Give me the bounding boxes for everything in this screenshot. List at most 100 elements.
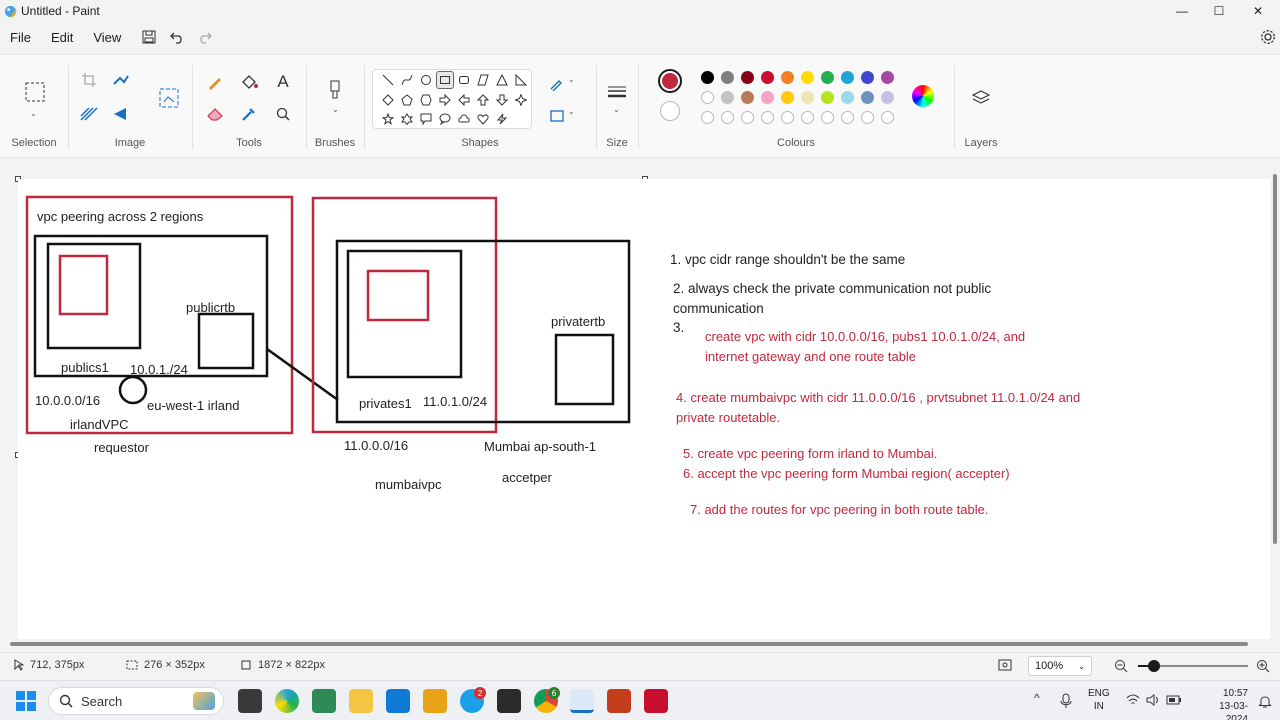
zoom-slider-thumb[interactable] (1148, 660, 1160, 672)
zoom-in-icon[interactable] (1256, 659, 1270, 673)
color-swatch[interactable] (801, 71, 814, 84)
heart-shape-icon[interactable] (474, 110, 492, 128)
cloud-callout-shape-icon[interactable] (455, 110, 473, 128)
custom-color-slot[interactable] (741, 111, 754, 124)
notification-bell-icon[interactable] (1258, 693, 1272, 709)
color-swatch[interactable] (801, 91, 814, 104)
color-swatch[interactable] (821, 91, 834, 104)
redo-icon[interactable] (195, 27, 215, 47)
edit-colors-wheel-icon[interactable] (912, 85, 934, 107)
hexagon-shape-icon[interactable] (417, 91, 435, 109)
line-shape-icon[interactable] (379, 71, 397, 89)
powerpoint-icon[interactable] (607, 689, 631, 713)
color-swatch[interactable] (781, 91, 794, 104)
settings-gear-icon[interactable] (1258, 27, 1278, 47)
crop-icon[interactable] (78, 69, 100, 91)
wifi-icon[interactable] (1126, 694, 1140, 706)
size-chevron-icon[interactable]: ⌄ (613, 105, 620, 114)
brushes-chevron-icon[interactable]: ⌄ (332, 105, 339, 114)
fit-to-window-icon[interactable] (998, 659, 1012, 671)
outline-icon[interactable] (546, 73, 568, 95)
rotate-icon[interactable] (110, 103, 132, 125)
custom-color-slot[interactable] (721, 111, 734, 124)
minimize-button[interactable]: — (1162, 0, 1202, 22)
four-point-star-shape-icon[interactable] (512, 91, 530, 109)
language-indicator[interactable]: ENG IN (1088, 687, 1110, 713)
color-swatch[interactable] (861, 71, 874, 84)
layers-icon[interactable] (970, 87, 992, 109)
menu-file[interactable]: File (0, 30, 41, 45)
vertical-scrollbar[interactable] (1270, 160, 1280, 640)
custom-color-slot[interactable] (841, 111, 854, 124)
clock[interactable]: 10:57 13-03-2024 (1200, 687, 1248, 720)
right-arrow-shape-icon[interactable] (436, 91, 454, 109)
secondary-color-swatch[interactable] (660, 101, 680, 121)
color-picker-icon[interactable] (238, 103, 260, 125)
chevron-down-icon[interactable]: ⌄ (30, 109, 37, 118)
edge-browser-icon[interactable] (275, 689, 299, 713)
color-swatch[interactable] (701, 71, 714, 84)
color-swatch[interactable] (861, 91, 874, 104)
zoom-out-icon[interactable] (1114, 659, 1128, 673)
down-arrow-shape-icon[interactable] (493, 91, 511, 109)
custom-color-slot[interactable] (801, 111, 814, 124)
oval-shape-icon[interactable] (417, 71, 435, 89)
color-swatch[interactable] (721, 91, 734, 104)
magnifier-icon[interactable] (272, 103, 294, 125)
up-arrow-shape-icon[interactable] (474, 91, 492, 109)
paint-taskbar-icon[interactable] (570, 689, 594, 713)
file-explorer-icon[interactable] (349, 689, 373, 713)
fill-chevron-icon[interactable]: ⌄ (568, 107, 575, 116)
oval-callout-shape-icon[interactable] (436, 110, 454, 128)
primary-color-swatch[interactable] (658, 69, 682, 93)
close-button[interactable]: ✕ (1238, 0, 1278, 22)
polygon-shape-icon[interactable] (474, 71, 492, 89)
selection-tool-icon[interactable] (22, 79, 48, 105)
save-icon[interactable] (139, 27, 159, 47)
color-swatch[interactable] (761, 91, 774, 104)
image-select-icon[interactable] (156, 85, 182, 111)
eraser-icon[interactable] (204, 103, 226, 125)
battery-icon[interactable] (1166, 694, 1182, 706)
volume-icon[interactable] (1146, 694, 1160, 706)
remove-background-icon[interactable] (78, 103, 100, 125)
rectangle-shape-icon[interactable] (436, 71, 454, 89)
left-arrow-shape-icon[interactable] (455, 91, 473, 109)
brush-icon[interactable] (324, 79, 346, 101)
size-lines-icon[interactable] (606, 81, 628, 103)
color-swatch[interactable] (821, 71, 834, 84)
microphone-icon[interactable] (1060, 693, 1072, 709)
drawing-canvas[interactable]: vpc peering across 2 regions publicrtb p… (18, 179, 1272, 639)
fill-icon[interactable] (546, 105, 568, 127)
rounded-rectangle-shape-icon[interactable] (455, 71, 473, 89)
undo-icon[interactable] (167, 27, 187, 47)
color-swatch[interactable] (741, 71, 754, 84)
zoom-dropdown[interactable]: 100% ⌄ (1028, 656, 1092, 676)
tray-chevron-up-icon[interactable]: ^ (1034, 691, 1040, 705)
custom-color-slot[interactable] (861, 111, 874, 124)
maximize-button[interactable]: ☐ (1199, 0, 1239, 22)
menu-edit[interactable]: Edit (41, 30, 83, 45)
color-swatch[interactable] (881, 71, 894, 84)
pencil-icon[interactable] (204, 71, 226, 93)
color-swatch[interactable] (841, 91, 854, 104)
color-swatch[interactable] (781, 71, 794, 84)
custom-color-slot[interactable] (881, 111, 894, 124)
outline-chevron-icon[interactable]: ⌄ (568, 75, 575, 84)
custom-color-slot[interactable] (821, 111, 834, 124)
horizontal-scrollbar[interactable] (0, 640, 1270, 648)
curve-shape-icon[interactable] (398, 71, 416, 89)
diamond-shape-icon[interactable] (379, 91, 397, 109)
acrobat-icon[interactable] (644, 689, 668, 713)
text-tool-icon[interactable]: A (272, 71, 294, 93)
color-swatch[interactable] (741, 91, 754, 104)
custom-color-slot[interactable] (781, 111, 794, 124)
right-triangle-shape-icon[interactable] (512, 71, 530, 89)
sublime-text-icon[interactable] (423, 689, 447, 713)
color-swatch[interactable] (721, 71, 734, 84)
task-view-icon[interactable] (238, 689, 262, 713)
color-swatch[interactable] (881, 91, 894, 104)
fill-bucket-icon[interactable] (238, 71, 260, 93)
color-swatch[interactable] (701, 91, 714, 104)
windows-start-icon[interactable] (16, 691, 36, 711)
